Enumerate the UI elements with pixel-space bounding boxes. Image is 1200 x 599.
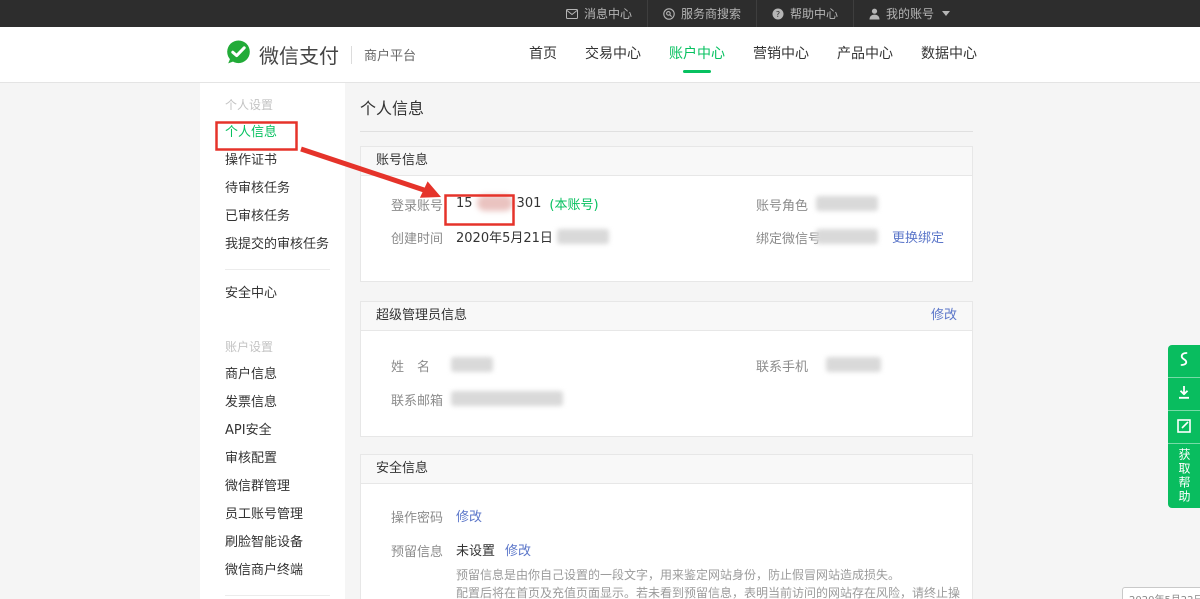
- reserved-info-desc-line2: 配置后将在首页及充值页面显示。若未看到预留信息，表明当前访问的网站存在风险，请终…: [456, 585, 972, 599]
- reserved-info-label: 预留信息: [391, 541, 443, 560]
- sidebar-item-api-security[interactable]: API安全: [200, 417, 345, 445]
- created-time-label: 创建时间: [391, 228, 443, 247]
- nav-home[interactable]: 首页: [529, 27, 557, 82]
- contact-email-redacted: [451, 391, 563, 406]
- get-help-button[interactable]: 获取帮助: [1168, 443, 1200, 508]
- my-account-label: 我的账号: [886, 5, 934, 22]
- sidebar-group-personal-settings: 个人设置: [200, 91, 345, 119]
- security-info-card: 安全信息 操作密码 修改 预留信息 未设置 修改 预留信息是由你自己设置的一段文…: [360, 454, 973, 599]
- nav-data-center[interactable]: 数据中心: [921, 27, 977, 82]
- security-info-title: 安全信息: [376, 455, 428, 483]
- brand-name: 微信支付: [259, 40, 339, 69]
- login-account-suffix: 301: [517, 196, 542, 211]
- date-tooltip: 2020年5月22日: [1122, 587, 1200, 599]
- bound-wechat-label: 绑定微信号: [756, 228, 821, 247]
- security-info-card-header: 安全信息: [361, 455, 972, 484]
- sidebar-item-pending-review-tasks[interactable]: 待审核任务: [200, 175, 345, 203]
- svg-text:?: ?: [776, 9, 780, 18]
- nav-product-center[interactable]: 产品中心: [837, 27, 893, 82]
- merchant-platform-page: 消息中心 服务商搜索 ? 帮助中心 我的账号: [0, 0, 1200, 599]
- sidebar-item-merchant-info[interactable]: 商户信息: [200, 361, 345, 389]
- super-admin-card: 超级管理员信息 修改 姓 名 联系手机 联系邮箱: [360, 301, 973, 437]
- sidebar-item-security-center[interactable]: 安全中心: [200, 280, 345, 308]
- floating-toolbar: 获取帮助: [1168, 345, 1200, 508]
- service-provider-search-label: 服务商搜索: [681, 5, 741, 22]
- login-account-prefix: 15: [456, 196, 473, 211]
- sidebar-divider: [225, 269, 330, 270]
- help-center-label: 帮助中心: [790, 5, 838, 22]
- reserved-info-value: 未设置: [456, 540, 495, 559]
- edit-icon: [1177, 418, 1191, 437]
- sidebar-item-face-smart-device[interactable]: 刷脸智能设备: [200, 529, 345, 557]
- page-title: 个人信息: [360, 82, 973, 119]
- sidebar-item-reviewed-tasks[interactable]: 已审核任务: [200, 203, 345, 231]
- message-center-label: 消息中心: [584, 5, 632, 22]
- bound-wechat-redacted: [816, 229, 878, 244]
- utility-menu: 消息中心 服务商搜索 ? 帮助中心 我的账号: [551, 0, 965, 27]
- sidebar-group-account-settings: 账户设置: [200, 333, 345, 361]
- user-icon: [869, 8, 880, 20]
- help-circle-icon: ?: [772, 8, 784, 20]
- contact-email-label: 联系邮箱: [391, 390, 443, 409]
- account-info-card-header: 账号信息: [361, 147, 972, 176]
- super-admin-title: 超级管理员信息: [376, 302, 467, 330]
- login-account-label: 登录账号: [391, 195, 443, 214]
- sidebar-item-personal-info[interactable]: 个人信息: [200, 119, 345, 147]
- wechat-pay-logo-icon: [225, 39, 252, 70]
- mail-icon: [566, 9, 578, 19]
- download-icon: [1177, 385, 1191, 404]
- brand[interactable]: 微信支付 商户平台: [225, 27, 416, 82]
- account-role-label: 账号角色: [756, 195, 808, 214]
- reserved-info-edit-link[interactable]: 修改: [505, 540, 531, 559]
- current-account-tag: (本账号): [549, 194, 598, 213]
- login-account-redacted: [477, 195, 513, 211]
- created-time-redacted: [557, 229, 609, 244]
- sidebar-item-invoice-info[interactable]: 发票信息: [200, 389, 345, 417]
- operation-password-edit-link[interactable]: 修改: [456, 506, 482, 525]
- created-time-value: 2020年5月21日: [456, 227, 553, 246]
- nav-marketing-center[interactable]: 营销中心: [753, 27, 809, 82]
- chevron-down-icon: [942, 11, 950, 16]
- message-center-item[interactable]: 消息中心: [551, 0, 648, 27]
- super-admin-edit-link[interactable]: 修改: [931, 302, 957, 330]
- reserved-info-description: 预留信息是由你自己设置的一段文字，用来鉴定网站身份，防止假冒网站造成损失。 配置…: [456, 567, 972, 599]
- reserved-info-desc-line1: 预留信息是由你自己设置的一段文字，用来鉴定网站身份，防止假冒网站造成损失。: [456, 567, 972, 585]
- admin-name-redacted: [451, 357, 493, 372]
- super-admin-card-header: 超级管理员信息 修改: [361, 302, 972, 331]
- sidebar-item-my-submitted-review-tasks[interactable]: 我提交的审核任务: [200, 231, 345, 259]
- sidebar-item-wechat-merchant-terminal[interactable]: 微信商户终端: [200, 557, 345, 585]
- operation-password-label: 操作密码: [391, 507, 443, 526]
- account-role-redacted: [816, 196, 878, 211]
- account-info-card: 账号信息 登录账号 15 301 (本账号) 账号角色 创建时间: [360, 146, 973, 282]
- portal-name: 商户平台: [364, 45, 416, 64]
- link-icon: [1177, 351, 1191, 371]
- my-account-item[interactable]: 我的账号: [854, 0, 965, 27]
- search-circle-icon: [663, 8, 675, 20]
- brand-divider: [351, 46, 352, 64]
- sidebar-item-review-config[interactable]: 审核配置: [200, 445, 345, 473]
- feedback-button[interactable]: [1168, 410, 1200, 443]
- sidebar: 个人设置 个人信息 操作证书 待审核任务 已审核任务 我提交的审核任务 安全中心…: [200, 82, 345, 599]
- rebind-link[interactable]: 更换绑定: [892, 227, 944, 246]
- utility-topbar: 消息中心 服务商搜索 ? 帮助中心 我的账号: [0, 0, 1200, 27]
- download-button[interactable]: [1168, 377, 1200, 410]
- nav-transaction-center[interactable]: 交易中心: [585, 27, 641, 82]
- admin-name-label: 姓 名: [391, 356, 430, 375]
- service-provider-search-item[interactable]: 服务商搜索: [648, 0, 757, 27]
- brand-header: 微信支付 商户平台 首页 交易中心 账户中心 营销中心 产品中心 数据中心: [0, 27, 1200, 83]
- nav-account-center[interactable]: 账户中心: [669, 27, 725, 82]
- contact-phone-label: 联系手机: [756, 356, 808, 375]
- help-center-item[interactable]: ? 帮助中心: [757, 0, 854, 27]
- contact-phone-redacted: [826, 357, 881, 372]
- contact-service-button[interactable]: [1168, 345, 1200, 377]
- sidebar-item-wechat-group-management[interactable]: 微信群管理: [200, 473, 345, 501]
- sidebar-item-staff-account-management[interactable]: 员工账号管理: [200, 501, 345, 529]
- account-info-title: 账号信息: [376, 147, 428, 175]
- sidebar-item-operation-certificate[interactable]: 操作证书: [200, 147, 345, 175]
- sidebar-divider-bottom: [225, 595, 330, 596]
- main-content: 个人信息 账号信息 登录账号 15 301 (本账号) 账号角色: [360, 82, 973, 599]
- main-nav: 首页 交易中心 账户中心 营销中心 产品中心 数据中心: [529, 27, 977, 82]
- page-head: 个人信息: [360, 82, 973, 132]
